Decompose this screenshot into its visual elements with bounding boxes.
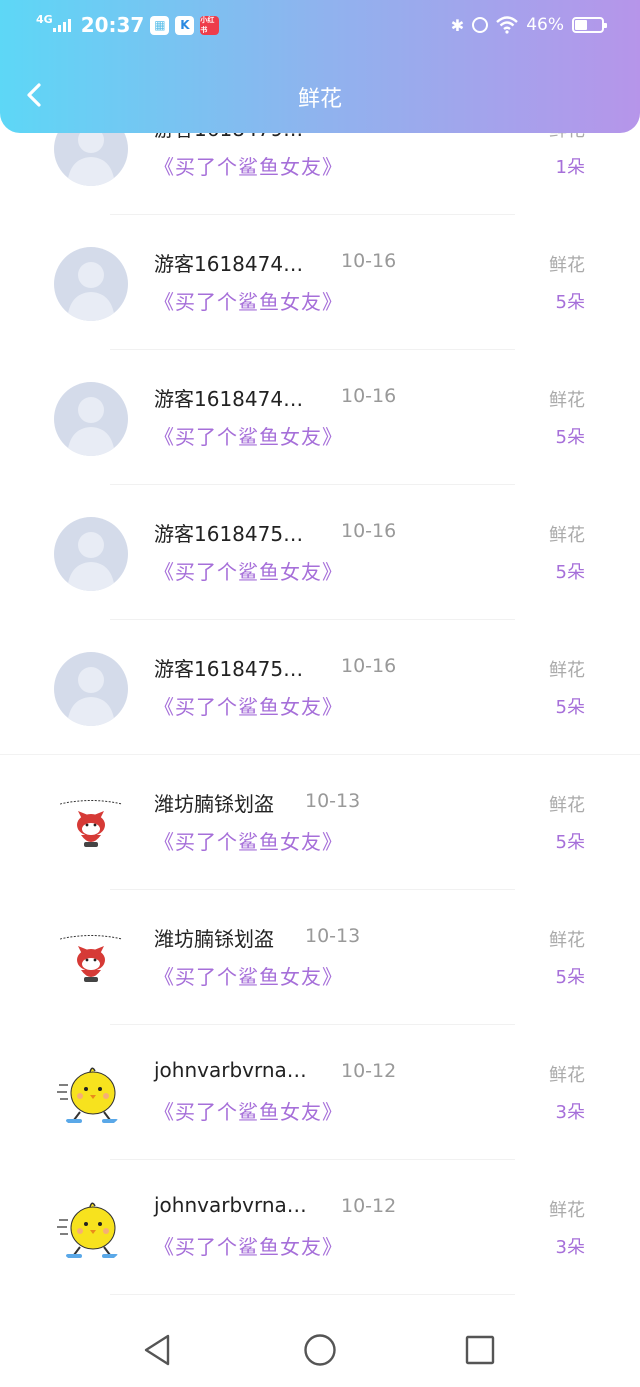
gift-count: 3朵: [555, 1237, 585, 1258]
gift-date: 10-16: [341, 655, 397, 677]
gift-count: 5朵: [555, 427, 585, 448]
notes-app-icon: ▦: [150, 15, 170, 35]
list-item[interactable]: 游客1618475… 10-16 《买了个鲨鱼女友》 鲜花 5朵: [0, 620, 640, 755]
gift-date: 10-16: [341, 250, 397, 272]
default-user-icon: [67, 262, 115, 321]
gift-type: 鲜花: [549, 1200, 585, 1221]
list-item[interactable]: 游客1618474… 10-16 《买了个鲨鱼女友》 鲜花 5朵: [0, 215, 640, 350]
flower-gift-list: 游客1618479…10-16《买了个鲨鱼女友》鲜花1朵游客1618474…10…: [0, 80, 640, 1295]
avatar[interactable]: [54, 382, 128, 456]
list-item[interactable]: 游客1618475… 10-16 《买了个鲨鱼女友》 鲜花 5朵: [0, 485, 640, 620]
header: 4G 20:37 ▦ K 小红书 ✱ 46% 鲜花: [0, 0, 640, 133]
gift-date: 10-13: [305, 790, 361, 812]
gift-type: 鲜花: [549, 525, 585, 546]
gift-type: 鲜花: [549, 255, 585, 276]
avatar[interactable]: [54, 922, 128, 996]
book-title[interactable]: 《买了个鲨鱼女友》: [154, 421, 343, 450]
book-title[interactable]: 《买了个鲨鱼女友》: [154, 691, 343, 720]
alarm-icon: [472, 17, 489, 33]
red-fox-avatar-icon: [59, 935, 123, 982]
user-name: 游客1618474…: [154, 252, 304, 276]
user-name: 游客1618475…: [154, 522, 304, 546]
gift-type: 鲜花: [549, 1065, 585, 1086]
bluetooth-icon: ✱: [450, 15, 465, 35]
wifi-icon: [496, 16, 519, 34]
default-user-icon: [67, 397, 115, 456]
kuaishou-app-icon: K: [175, 15, 195, 35]
battery-icon: [572, 17, 607, 33]
gift-date: 10-16: [341, 520, 397, 542]
status-bar: 4G 20:37 ▦ K 小红书 ✱ 46%: [0, 0, 640, 50]
yellow-chick-avatar-icon: [57, 1067, 118, 1123]
avatar[interactable]: [54, 652, 128, 726]
page-title: 鲜花: [297, 87, 342, 112]
gift-count: 5朵: [555, 967, 585, 988]
status-left: 4G 20:37 ▦ K 小红书: [36, 10, 220, 40]
app-screen: 4G 20:37 ▦ K 小红书 ✱ 46% 鲜花 《买了个鲨鱼女友》 1朵 游…: [0, 0, 640, 1387]
avatar[interactable]: [54, 1192, 128, 1266]
yellow-chick-avatar-icon: [57, 1202, 118, 1258]
gift-type: 鲜花: [549, 660, 585, 681]
user-name: johnvarbvrna…: [154, 1193, 307, 1217]
signal-icon: [52, 18, 71, 32]
avatar[interactable]: [54, 1057, 128, 1131]
gift-date: 10-12: [341, 1195, 397, 1217]
battery-fill: [575, 20, 587, 30]
list-item[interactable]: johnvarbvrna… 10-12 《买了个鲨鱼女友》 鲜花 3朵: [0, 1160, 640, 1295]
gift-type: 鲜花: [549, 390, 585, 411]
book-title[interactable]: 《买了个鲨鱼女友》: [154, 151, 343, 180]
gift-count: 3朵: [555, 1102, 585, 1123]
user-name: 游客1618475…: [154, 657, 304, 681]
status-right: ✱ 46%: [450, 10, 607, 40]
gift-count: 5朵: [555, 697, 585, 718]
list-item[interactable]: 潍坊腩铩划盗 10-13 《买了个鲨鱼女友》 鲜花 5朵: [0, 890, 640, 1025]
book-title[interactable]: 《买了个鲨鱼女友》: [154, 1096, 343, 1125]
battery-percent: 46%: [526, 15, 564, 35]
back-triangle-icon[interactable]: [140, 1332, 176, 1368]
gift-type: 鲜花: [549, 795, 585, 816]
recents-square-icon[interactable]: [462, 1332, 498, 1368]
avatar[interactable]: [54, 787, 128, 861]
book-title[interactable]: 《买了个鲨鱼女友》: [154, 961, 343, 990]
default-user-icon: [67, 532, 115, 591]
avatar[interactable]: [54, 517, 128, 591]
gift-count: 5朵: [555, 562, 585, 583]
status-time: 20:37: [80, 13, 145, 37]
book-title[interactable]: 《买了个鲨鱼女友》: [154, 826, 343, 855]
list-item[interactable]: 游客1618474… 10-16 《买了个鲨鱼女友》 鲜花 5朵: [0, 350, 640, 485]
gift-count: 1朵: [555, 157, 585, 178]
user-name: 游客1618474…: [154, 387, 304, 411]
user-name: 潍坊腩铩划盗: [154, 927, 274, 951]
gift-date: 10-13: [305, 925, 361, 947]
default-user-icon: [67, 667, 115, 726]
red-fox-avatar-icon: [59, 800, 123, 847]
network-type: 4G: [36, 12, 53, 26]
book-title[interactable]: 《买了个鲨鱼女友》: [154, 1231, 343, 1260]
gift-date: 10-16: [341, 385, 397, 407]
user-name: johnvarbvrna…: [154, 1058, 307, 1082]
gift-count: 5朵: [555, 832, 585, 853]
book-title[interactable]: 《买了个鲨鱼女友》: [154, 556, 343, 585]
home-circle-icon[interactable]: [302, 1332, 338, 1368]
gift-date: 10-12: [341, 1060, 397, 1082]
xiaohongshu-app-icon: 小红书: [200, 15, 220, 35]
book-title[interactable]: 《买了个鲨鱼女友》: [154, 286, 343, 315]
system-nav-bar: [0, 1312, 640, 1387]
list-item[interactable]: johnvarbvrna… 10-12 《买了个鲨鱼女友》 鲜花 3朵: [0, 1025, 640, 1160]
list-item[interactable]: 潍坊腩铩划盗 10-13 《买了个鲨鱼女友》 鲜花 5朵: [0, 755, 640, 890]
gift-type: 鲜花: [549, 930, 585, 951]
user-name: 潍坊腩铩划盗: [154, 792, 274, 816]
avatar[interactable]: [54, 247, 128, 321]
gift-count: 5朵: [555, 292, 585, 313]
